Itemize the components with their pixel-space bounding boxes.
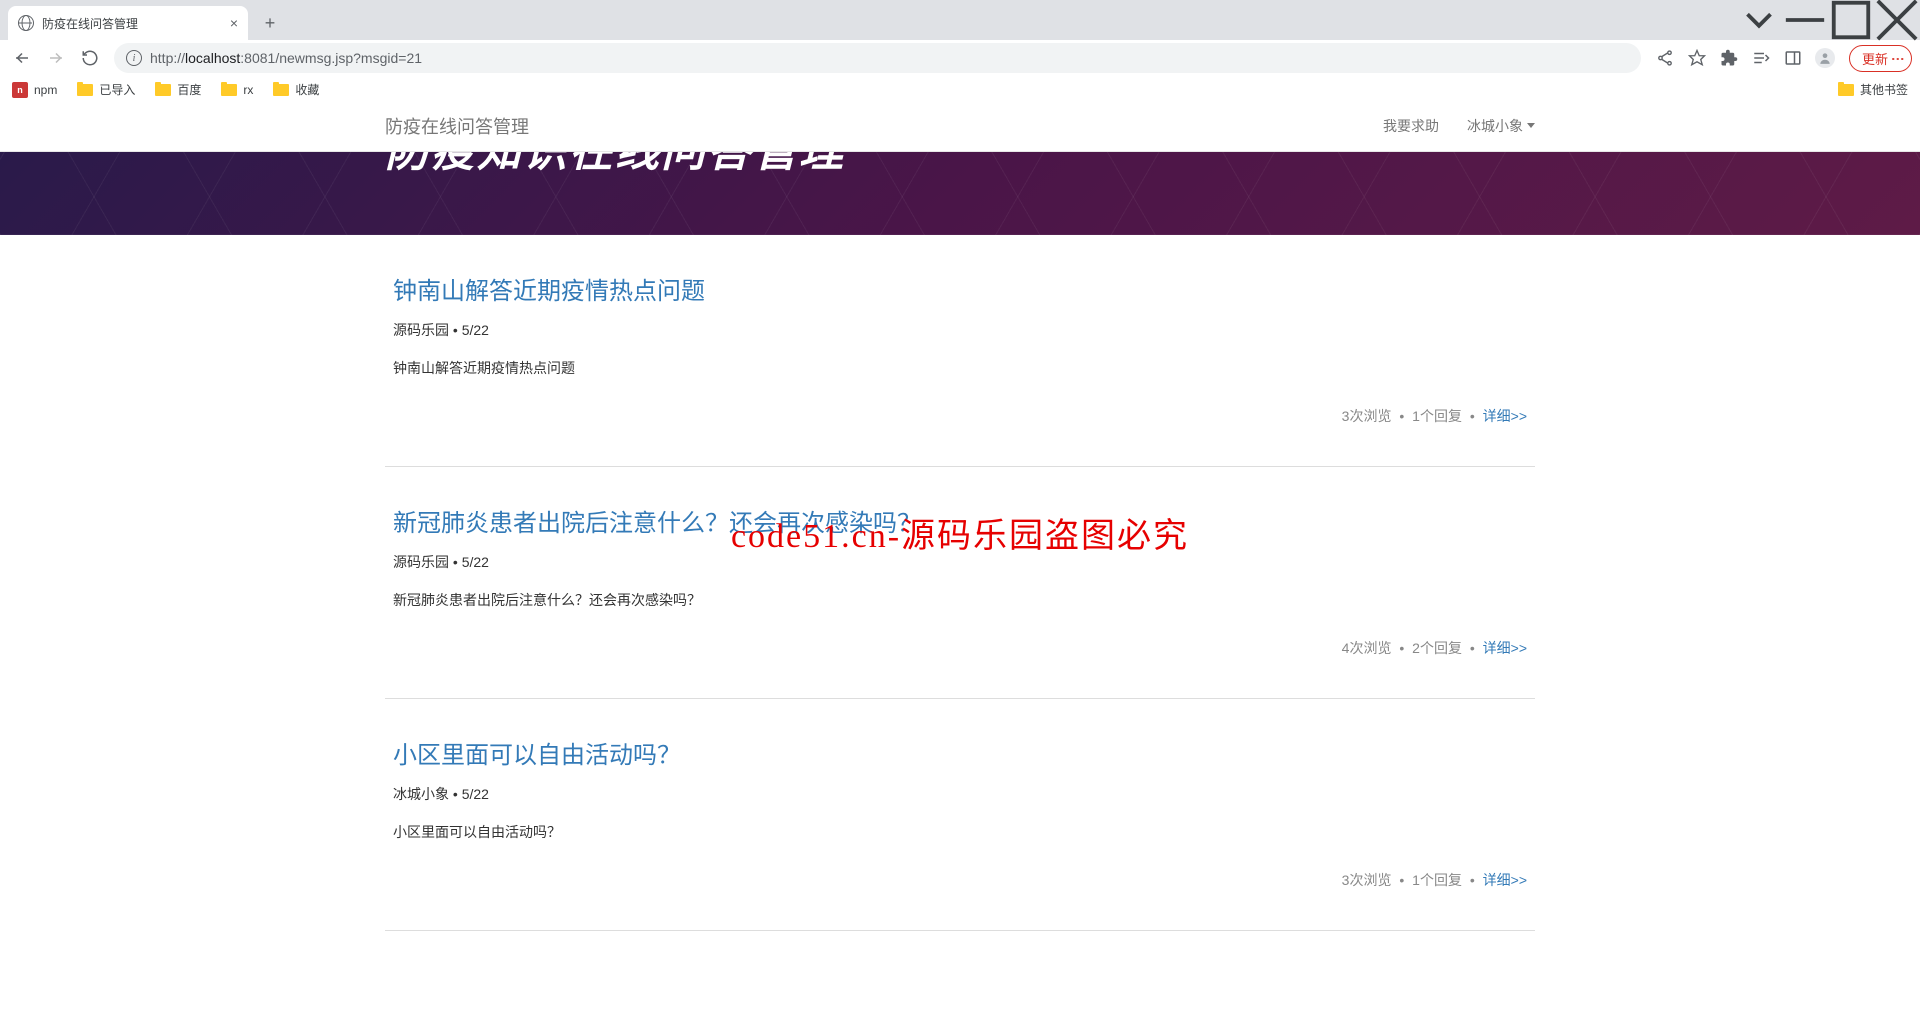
- post-meta: 冰城小象 • 5/22: [393, 784, 1527, 804]
- bookmark-fav[interactable]: 收藏: [273, 81, 319, 98]
- browser-tab[interactable]: 防疫在线问答管理 ×: [8, 6, 248, 40]
- menu-dots-icon: ⋮: [1890, 53, 1906, 64]
- post-excerpt: 钟南山解答近期疫情热点问题: [393, 358, 1527, 378]
- post-meta: 源码乐园 • 5/22: [393, 552, 1527, 572]
- post-replies: 1个回复: [1412, 872, 1462, 888]
- post-title[interactable]: 小区里面可以自由活动吗？: [393, 735, 1527, 770]
- reading-list-icon[interactable]: [1747, 44, 1775, 72]
- browser-chrome: 防疫在线问答管理 × + i http://localhost:8081/new…: [0, 0, 1920, 100]
- bookmark-baidu[interactable]: 百度: [155, 81, 201, 98]
- back-button[interactable]: [8, 44, 36, 72]
- bookmark-star-icon[interactable]: [1683, 44, 1711, 72]
- folder-icon: [273, 84, 289, 96]
- window-controls: [1736, 0, 1920, 40]
- post-title[interactable]: 钟南山解答近期疫情热点问题: [393, 271, 1527, 306]
- page-content: 防疫在线问答管理 我要求助 冰城小象 防疫知识在线问答管理 钟南山解答近期疫情热…: [0, 100, 1920, 1030]
- post-views: 3次浏览: [1342, 408, 1392, 424]
- nav-help-link[interactable]: 我要求助: [1383, 116, 1439, 136]
- toolbar-right: 更新 ⋮: [1651, 44, 1912, 72]
- address-bar[interactable]: i http://localhost:8081/newmsg.jsp?msgid…: [114, 43, 1641, 73]
- nav-user-dropdown[interactable]: 冰城小象: [1467, 116, 1535, 136]
- update-label: 更新: [1862, 49, 1888, 68]
- post-item: 钟南山解答近期疫情热点问题 源码乐园 • 5/22 钟南山解答近期疫情热点问题 …: [385, 271, 1535, 467]
- bookmark-imported[interactable]: 已导入: [77, 81, 135, 98]
- post-footer: 4次浏览 • 2个回复 • 详细>>: [393, 638, 1527, 658]
- side-panel-icon[interactable]: [1779, 44, 1807, 72]
- folder-icon: [221, 84, 237, 96]
- post-item: 新冠肺炎患者出院后注意什么？还会再次感染吗？ 源码乐园 • 5/22 新冠肺炎患…: [385, 503, 1535, 699]
- maximize-button[interactable]: [1828, 4, 1874, 36]
- share-icon[interactable]: [1651, 44, 1679, 72]
- profile-button[interactable]: [1811, 44, 1839, 72]
- avatar-icon: [1815, 48, 1835, 68]
- close-tab-icon[interactable]: ×: [230, 15, 238, 31]
- post-item: 小区里面可以自由活动吗？ 冰城小象 • 5/22 小区里面可以自由活动吗？ 3次…: [385, 735, 1535, 931]
- post-title[interactable]: 新冠肺炎患者出院后注意什么？还会再次感染吗？: [393, 503, 1527, 538]
- bookmark-rx[interactable]: rx: [221, 83, 253, 97]
- folder-icon: [1838, 84, 1854, 96]
- post-replies: 2个回复: [1412, 640, 1462, 656]
- tab-strip: 防疫在线问答管理 × +: [0, 0, 1920, 40]
- npm-icon: n: [12, 82, 28, 98]
- site-navbar: 防疫在线问答管理 我要求助 冰城小象: [0, 100, 1920, 152]
- reload-button[interactable]: [76, 44, 104, 72]
- browser-toolbar: i http://localhost:8081/newmsg.jsp?msgid…: [0, 40, 1920, 76]
- extensions-icon[interactable]: [1715, 44, 1743, 72]
- post-excerpt: 新冠肺炎患者出院后注意什么？还会再次感染吗？: [393, 590, 1527, 610]
- post-excerpt: 小区里面可以自由活动吗？: [393, 822, 1527, 842]
- tab-title: 防疫在线问答管理: [42, 15, 138, 32]
- forward-button[interactable]: [42, 44, 70, 72]
- post-views: 3次浏览: [1342, 872, 1392, 888]
- new-tab-button[interactable]: +: [256, 9, 284, 37]
- post-views: 4次浏览: [1342, 640, 1392, 656]
- folder-icon: [155, 84, 171, 96]
- hero-title: 防疫知识在线问答管理: [385, 152, 1535, 174]
- bookmark-npm[interactable]: nnpm: [12, 82, 57, 98]
- post-detail-link[interactable]: 详细>>: [1483, 872, 1527, 888]
- url-text: http://localhost:8081/newmsg.jsp?msgid=2…: [150, 50, 422, 66]
- post-footer: 3次浏览 • 1个回复 • 详细>>: [393, 406, 1527, 426]
- other-bookmarks[interactable]: 其他书签: [1838, 81, 1908, 98]
- minimize-button[interactable]: [1782, 4, 1828, 36]
- globe-icon: [18, 15, 34, 31]
- chevron-down-icon[interactable]: [1736, 4, 1782, 36]
- hero-banner: 防疫知识在线问答管理: [0, 152, 1920, 235]
- post-meta: 源码乐园 • 5/22: [393, 320, 1527, 340]
- folder-icon: [77, 84, 93, 96]
- post-detail-link[interactable]: 详细>>: [1483, 640, 1527, 656]
- site-info-icon[interactable]: i: [126, 50, 142, 66]
- post-replies: 1个回复: [1412, 408, 1462, 424]
- posts-list: 钟南山解答近期疫情热点问题 源码乐园 • 5/22 钟南山解答近期疫情热点问题 …: [385, 235, 1535, 931]
- post-footer: 3次浏览 • 1个回复 • 详细>>: [393, 870, 1527, 890]
- caret-down-icon: [1527, 123, 1535, 128]
- navbar-brand[interactable]: 防疫在线问答管理: [385, 113, 529, 139]
- post-detail-link[interactable]: 详细>>: [1483, 408, 1527, 424]
- update-button[interactable]: 更新 ⋮: [1849, 45, 1912, 72]
- close-window-button[interactable]: [1874, 4, 1920, 36]
